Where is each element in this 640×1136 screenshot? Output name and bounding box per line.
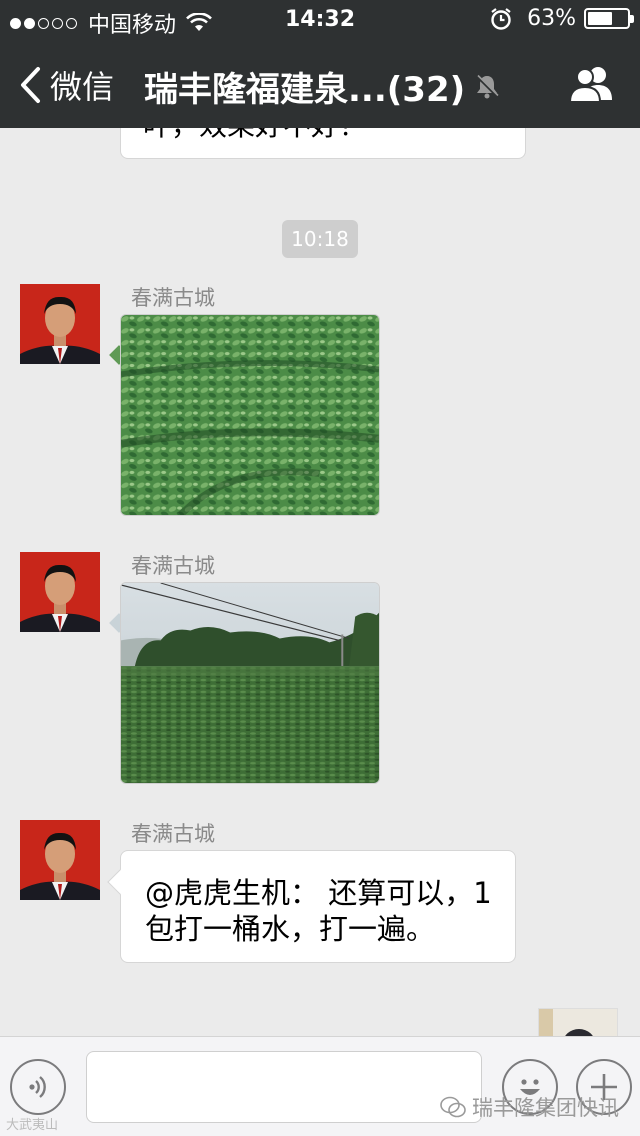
nav-bar: 微信 瑞丰隆福建泉...(32) xyxy=(0,40,640,128)
voice-waves-icon xyxy=(29,1076,46,1098)
back-button[interactable]: 微信 xyxy=(18,62,114,108)
wechat-logo-icon xyxy=(440,1096,466,1118)
person-avatar-icon xyxy=(20,552,100,632)
tea-bushes-photo xyxy=(121,315,379,515)
message-timestamp: 10:18 xyxy=(282,220,358,258)
person-avatar-icon xyxy=(20,820,100,900)
person-avatar-icon xyxy=(20,284,100,364)
message-bubble-partial[interactable]: 叶，效果好不好？ xyxy=(120,128,526,159)
watermark-text: 瑞丰隆集团快讯 xyxy=(472,1096,619,1120)
message-text-line: 包打一桶水，打一遍。 xyxy=(145,912,436,946)
image-message-tea-bushes[interactable] xyxy=(120,314,380,516)
tea-field-photo xyxy=(121,583,379,783)
battery-fill xyxy=(588,12,612,25)
image-message-tea-field[interactable] xyxy=(120,582,380,784)
sender-avatar[interactable] xyxy=(20,552,100,632)
battery-percent: 63% xyxy=(527,6,576,31)
sender-name: 春满古城 xyxy=(131,554,215,578)
watermark-left: 大武夷山 xyxy=(6,1118,59,1133)
group-members-icon[interactable] xyxy=(568,64,614,104)
watermark-right: 瑞丰隆集团快讯 xyxy=(440,1092,619,1122)
chat-title: 瑞丰隆福建泉...(32) xyxy=(144,70,466,110)
voice-input-button[interactable] xyxy=(10,1059,66,1115)
person-avatar-icon xyxy=(539,1009,617,1036)
chevron-left-icon xyxy=(21,67,40,103)
self-avatar[interactable] xyxy=(538,1008,618,1036)
chat-area[interactable]: 叶，效果好不好？ 10:18 春满古城 xyxy=(0,128,640,1036)
message-text-line: @虎虎生机： 还算可以，1 xyxy=(145,876,492,910)
message-bubble[interactable]: @虎虎生机： 还算可以，1 包打一桶水，打一遍。 xyxy=(107,850,516,963)
mute-bell-icon xyxy=(475,74,499,99)
sender-name: 春满古城 xyxy=(131,286,215,310)
alarm-icon xyxy=(491,7,511,30)
status-bar: 中国移动 14:32 63% xyxy=(0,0,640,40)
sender-avatar[interactable] xyxy=(20,284,100,364)
sender-name: 春满古城 xyxy=(131,822,215,846)
back-label: 微信 xyxy=(50,68,115,106)
sender-avatar[interactable] xyxy=(20,820,100,900)
message-text: 叶，效果好不好？ xyxy=(143,128,367,144)
message-input[interactable] xyxy=(86,1051,482,1123)
status-right: 63% xyxy=(489,6,634,31)
battery-icon xyxy=(584,8,634,29)
